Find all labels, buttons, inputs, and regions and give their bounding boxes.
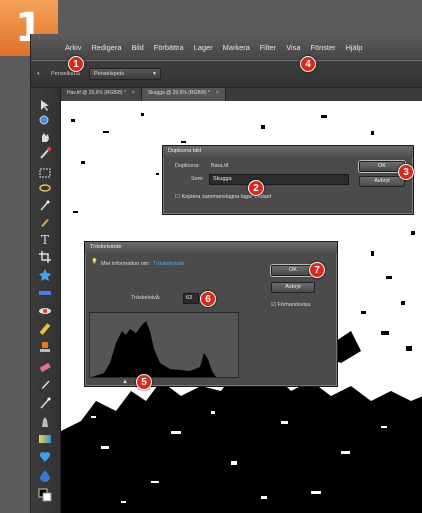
step-badge-5: 5 [136, 374, 152, 390]
tab-skugga[interactable]: Skugga @ 29,6% (RGB/8) * × [141, 88, 226, 101]
document-tabs: Hav.tif @ 29,6% (RGB/8) * × Skugga @ 29,6… [61, 88, 422, 101]
smart-brush-icon[interactable] [38, 396, 52, 410]
name-label: Som: [191, 176, 204, 182]
tool-preset-icon[interactable]: ▾ [37, 71, 40, 77]
menu-filter[interactable]: Filter [260, 43, 276, 52]
info-link[interactable]: Tröskelvärde [153, 261, 185, 267]
smudge-tool-icon[interactable] [38, 414, 52, 428]
duplicate-dialog: Duplicera bild Duplicera: Bara.tif Som: … [162, 145, 414, 215]
menu-bar: Arkiv Redigera Bild Förbättra Lager Mark… [31, 34, 422, 60]
svg-text:T: T [41, 233, 49, 246]
threshold-slider-handle[interactable]: ▲ [122, 379, 128, 385]
lasso-tool-icon[interactable] [38, 182, 52, 196]
step-badge-7: 7 [309, 262, 325, 278]
menu-forbattra[interactable]: Förbättra [154, 43, 184, 52]
info-text: Mer information om: [101, 261, 150, 267]
close-icon[interactable]: × [132, 90, 135, 96]
healing-brush-icon[interactable] [38, 322, 52, 336]
tab-label: Skugga @ 29,6% (RGB/8) * [147, 90, 210, 96]
cancel-button[interactable]: Avbryt [359, 176, 405, 187]
duplicate-label: Duplicera: [175, 163, 200, 169]
preview-label: Förhandsvisa [277, 302, 311, 308]
dialog-title: Duplicera bild [163, 146, 413, 157]
eyedropper-icon[interactable] [38, 146, 52, 160]
marquee-tool-icon[interactable] [38, 166, 52, 180]
options-select[interactable]: Penselspets [89, 68, 161, 80]
step-badge-6: 6 [200, 291, 216, 307]
tab-hav[interactable]: Hav.tif @ 29,6% (RGB/8) * × [61, 88, 142, 101]
name-input[interactable]: Skugga [209, 174, 349, 185]
close-icon[interactable]: × [216, 90, 219, 96]
level-input[interactable]: 63 [183, 293, 199, 304]
menu-markera[interactable]: Markera [223, 43, 250, 52]
paint-bucket-icon[interactable] [38, 468, 52, 482]
step-badge-1: 1 [68, 56, 84, 72]
histogram-graph [92, 321, 216, 377]
level-label: Tröskelnivå: [131, 295, 161, 301]
menu-arkiv[interactable]: Arkiv [65, 43, 81, 52]
lightbulb-icon: 💡 [91, 259, 98, 265]
step-badge-3: 3 [398, 164, 414, 180]
clone-stamp-icon[interactable] [38, 340, 52, 354]
threshold-dialog: Tröskelvärde 💡 Mer information om: Trösk… [84, 241, 338, 387]
type-tool-icon[interactable]: T [38, 232, 52, 247]
histogram [89, 312, 239, 378]
tab-label: Hav.tif @ 29,6% (RGB/8) * [67, 90, 126, 96]
cancel-button[interactable]: Avbryt [271, 282, 315, 293]
color-swatch-icon[interactable] [38, 488, 52, 502]
menu-bild[interactable]: Bild [131, 43, 143, 52]
cookie-cutter-icon[interactable] [38, 268, 52, 282]
dialog-title: Tröskelvärde [85, 242, 337, 253]
brush-selection-icon[interactable] [38, 214, 52, 228]
hand-tool-icon[interactable] [38, 130, 52, 144]
shape-tool-icon[interactable] [38, 450, 52, 464]
menu-fonster[interactable]: Fönster [310, 43, 335, 52]
red-eye-tool-icon[interactable] [38, 304, 52, 318]
magic-wand-icon[interactable] [38, 198, 52, 212]
menu-redigera[interactable]: Redigera [91, 43, 121, 52]
step-badge-2: 2 [248, 180, 264, 196]
step-badge-4: 4 [300, 56, 316, 72]
move-tool-icon[interactable] [38, 98, 52, 112]
straighten-tool-icon[interactable] [38, 286, 52, 300]
toolbox: T [31, 88, 61, 513]
preview-checkbox[interactable]: ☑ Förhandsvisa [271, 302, 311, 308]
gradient-tool-icon[interactable] [38, 432, 52, 446]
menu-visa[interactable]: Visa [286, 43, 300, 52]
zoom-tool-icon[interactable] [38, 114, 52, 128]
menu-hjalp[interactable]: Hjälp [346, 43, 363, 52]
duplicate-value: Bara.tif [211, 163, 229, 169]
brush-tool-icon[interactable] [38, 378, 52, 392]
crop-tool-icon[interactable] [38, 250, 52, 264]
options-bar: ▾ Penselkarta Penselspets [31, 60, 422, 88]
menu-lager[interactable]: Lager [194, 43, 213, 52]
eraser-icon[interactable] [38, 360, 52, 374]
